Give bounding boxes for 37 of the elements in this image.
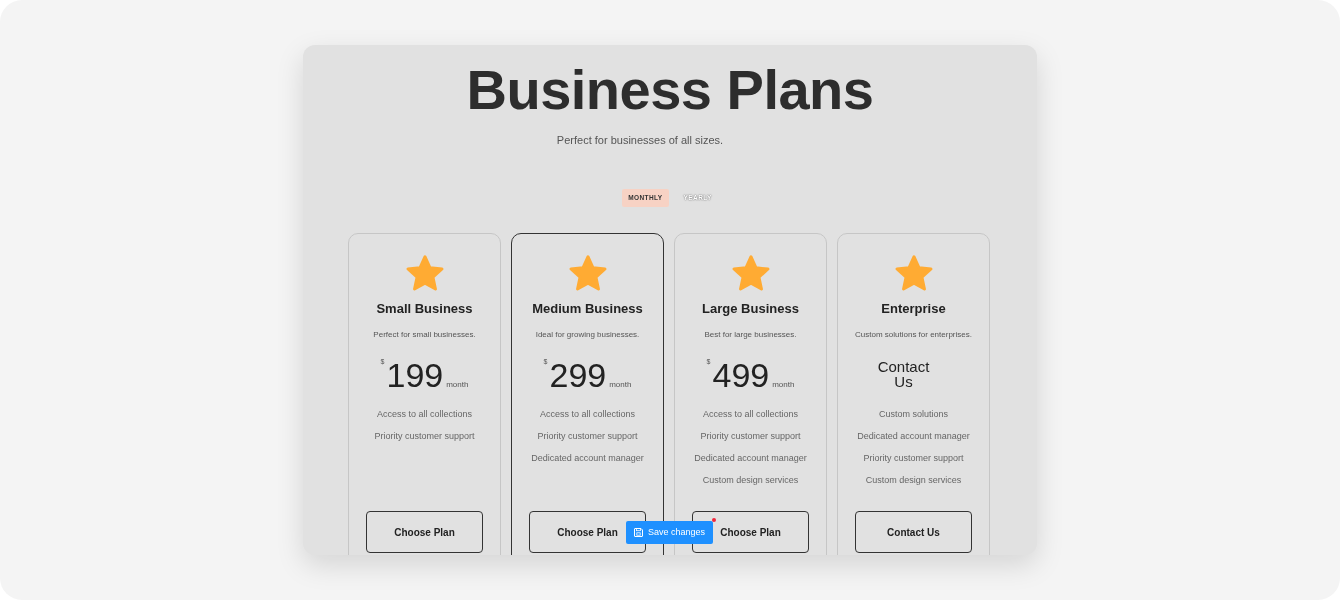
plan-description: Custom solutions for enterprises. bbox=[855, 329, 972, 340]
plan-price: 299 bbox=[549, 358, 607, 393]
plan-feature: Priority customer support bbox=[537, 430, 638, 444]
plan-name: Small Business bbox=[376, 301, 473, 317]
choose-plan-button[interactable]: Choose Plan bbox=[366, 511, 483, 554]
plan-name: Medium Business bbox=[532, 301, 643, 317]
plan-feature: Access to all collections bbox=[702, 408, 798, 422]
billing-period: month bbox=[609, 379, 632, 392]
plan-description: Best for large businesses. bbox=[704, 329, 797, 340]
billing-period: month bbox=[446, 379, 469, 392]
plan-description: Ideal for growing businesses. bbox=[535, 329, 640, 340]
plan-price: 499 bbox=[712, 358, 770, 393]
page-title: Business Plans bbox=[465, 57, 875, 118]
plan-feature: Priority customer support bbox=[374, 430, 475, 444]
star-icon bbox=[568, 254, 607, 293]
plan-name: Enterprise bbox=[881, 301, 946, 317]
plan-feature: Custom solutions bbox=[878, 408, 948, 422]
plan-price: Contact Us bbox=[876, 359, 931, 390]
billing-period: month bbox=[772, 379, 795, 392]
plan-feature: Custom design services bbox=[702, 474, 799, 488]
plan-feature: Dedicated account manager bbox=[531, 452, 644, 466]
save-icon bbox=[634, 528, 643, 537]
plan-feature: Access to all collections bbox=[539, 408, 635, 422]
star-icon bbox=[731, 254, 770, 293]
plan-feature: Priority customer support bbox=[863, 452, 964, 466]
plan-feature: Access to all collections bbox=[376, 408, 472, 422]
plan-feature: Dedicated account manager bbox=[857, 430, 970, 444]
plan-price: 199 bbox=[386, 358, 444, 393]
plan-description: Perfect for small businesses. bbox=[373, 329, 476, 340]
plan-name: Large Business bbox=[702, 301, 799, 317]
star-icon bbox=[894, 254, 933, 293]
plan-feature: Custom design services bbox=[865, 474, 962, 488]
choose-plan-button[interactable]: Contact Us bbox=[855, 511, 972, 554]
plan-feature: Priority customer support bbox=[700, 430, 801, 444]
page-subtitle: Perfect for businesses of all sizes. bbox=[555, 134, 725, 148]
plan-feature: Dedicated account manager bbox=[694, 452, 807, 466]
star-icon bbox=[405, 254, 444, 293]
